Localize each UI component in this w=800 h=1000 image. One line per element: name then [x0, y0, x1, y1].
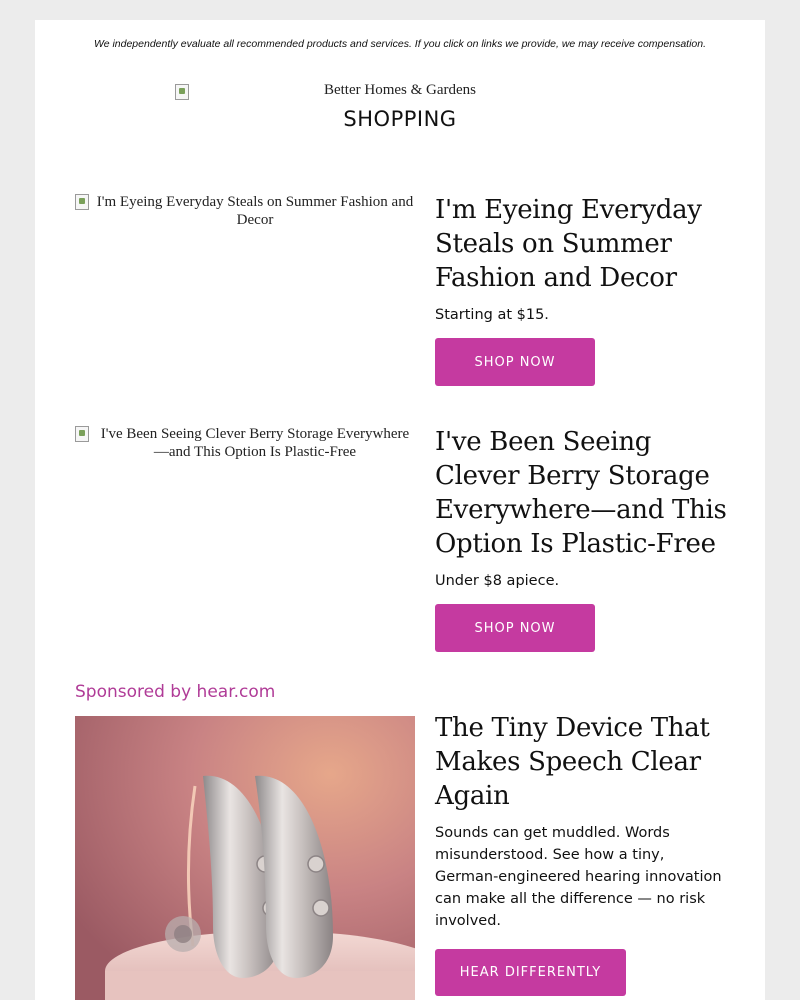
- shop-now-button[interactable]: SHOP NOW: [435, 338, 595, 386]
- article-image[interactable]: I've Been Seeing Clever Berry Storage Ev…: [75, 425, 415, 461]
- affiliate-disclaimer: We independently evaluate all recommende…: [93, 38, 707, 50]
- article-image[interactable]: I'm Eyeing Everyday Steals on Summer Fas…: [75, 193, 415, 229]
- article-subtitle: Starting at $15.: [435, 307, 549, 323]
- sponsored-body: Sounds can get muddled. Words misunderst…: [435, 825, 722, 929]
- brand-logo-alt-text: Better Homes & Gardens: [323, 82, 477, 98]
- article-title[interactable]: I've Been Seeing Clever Berry Storage Ev…: [435, 425, 735, 561]
- article-image-alt-text: I'm Eyeing Everyday Steals on Summer Fas…: [96, 194, 414, 228]
- broken-image-icon: [75, 426, 89, 442]
- brand-logo[interactable]: Better Homes & Gardens: [175, 82, 625, 100]
- shop-now-button[interactable]: SHOP NOW: [435, 604, 595, 652]
- broken-image-icon: [175, 84, 189, 100]
- article-image-alt-text: I've Been Seeing Clever Berry Storage Ev…: [100, 426, 410, 460]
- article-subtitle: Under $8 apiece.: [435, 573, 560, 589]
- email-body: We independently evaluate all recommende…: [35, 20, 765, 1000]
- sponsored-title[interactable]: The Tiny Device That Makes Speech Clear …: [435, 711, 735, 813]
- section-heading: SHOPPING: [343, 107, 457, 131]
- article-title[interactable]: I'm Eyeing Everyday Steals on Summer Fas…: [435, 193, 735, 295]
- broken-image-icon: [75, 194, 89, 210]
- hear-differently-button[interactable]: HEAR DIFFERENTLY: [435, 949, 626, 996]
- sponsored-label: Sponsored by hear.com: [75, 682, 276, 702]
- hearing-aids-photo[interactable]: [75, 716, 415, 1000]
